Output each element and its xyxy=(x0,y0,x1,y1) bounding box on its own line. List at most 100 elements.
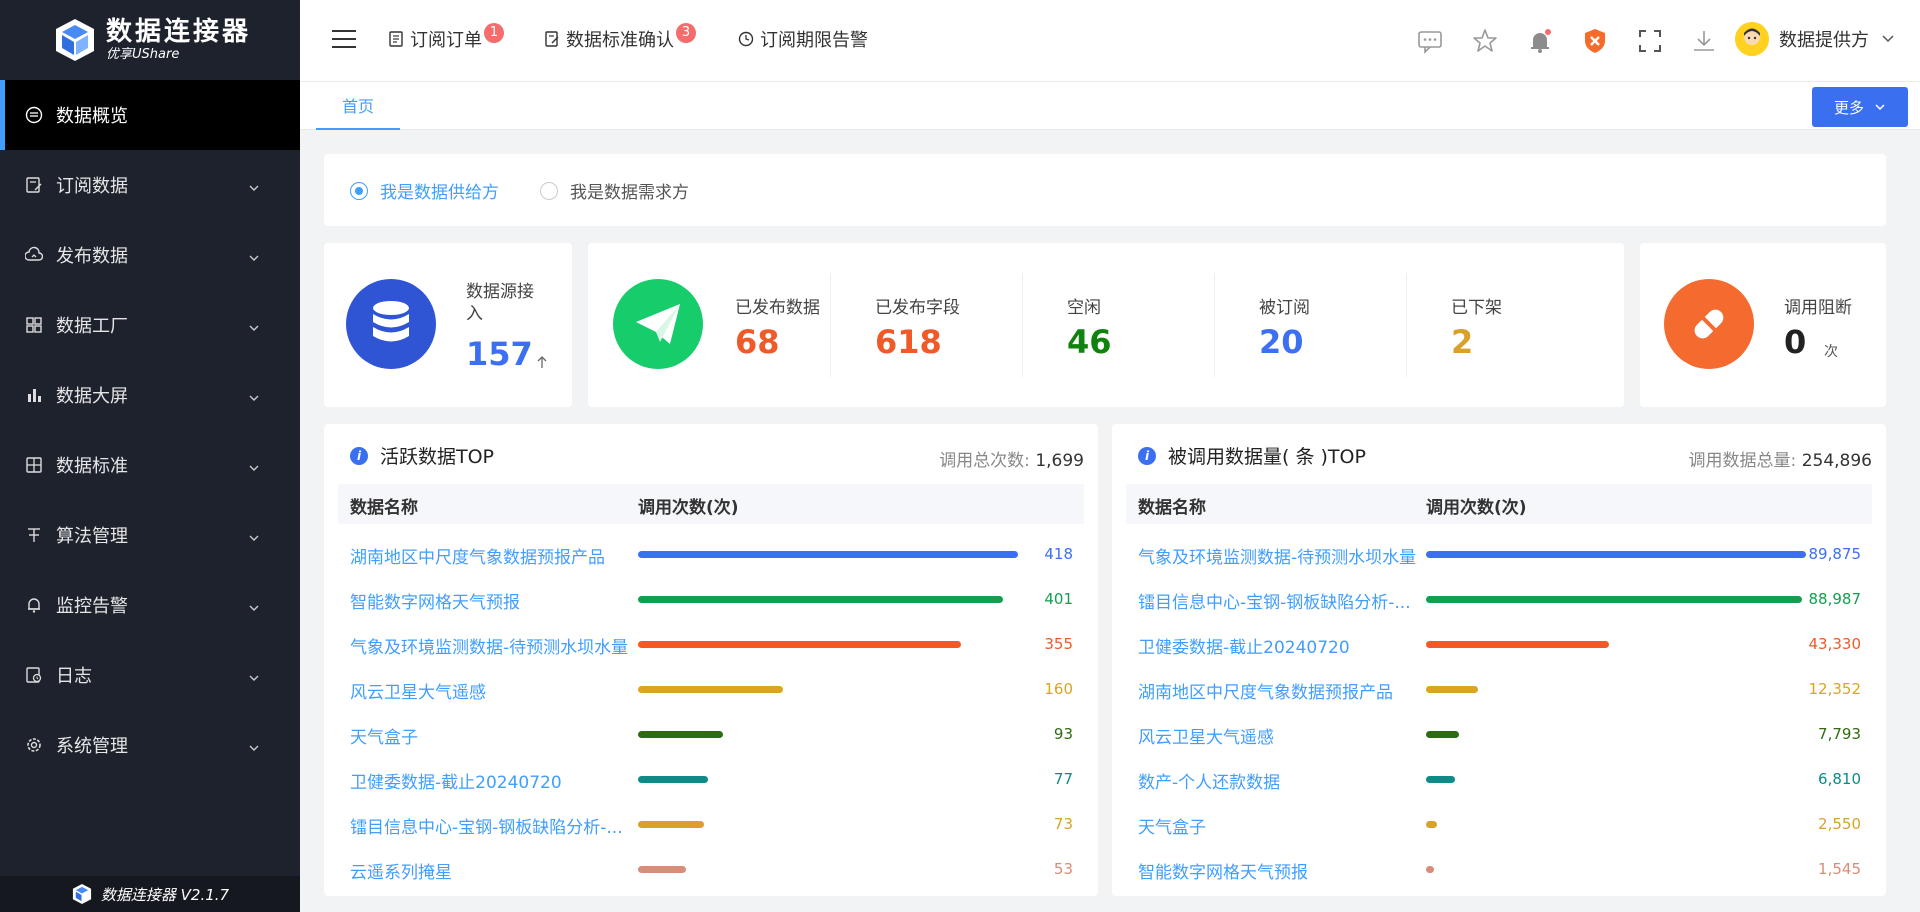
row-name-link[interactable]: 气象及环境监测数据-待预测水坝水量 xyxy=(350,633,638,658)
star-icon[interactable] xyxy=(1471,27,1499,55)
radio-dot xyxy=(350,181,368,200)
sidebar-item-4[interactable]: 数据大屏 xyxy=(0,360,300,430)
menu-toggle-icon[interactable] xyxy=(332,30,356,50)
row-name-link[interactable]: 镭目信息中心-宝钢-钢板缺陷分析-... xyxy=(350,813,638,838)
row-name-link[interactable]: 智能数字网格天气预报 xyxy=(1138,858,1426,883)
avatar xyxy=(1735,22,1769,56)
list-total: 调用总次数: 1,699 xyxy=(939,446,1084,471)
brand[interactable]: 数据连接器 优享UShare xyxy=(0,0,300,80)
row-name-link[interactable]: 风云卫星大气遥感 xyxy=(1138,723,1426,748)
list-item[interactable]: 气象及环境监测数据-待预测水坝水量 89,875 xyxy=(1126,531,1872,576)
row-name-link[interactable]: 卫健委数据-截止20240720 xyxy=(350,768,638,793)
row-name-link[interactable]: 卫健委数据-截止20240720 xyxy=(1138,633,1426,658)
value-bar xyxy=(1426,686,1478,693)
value-bar xyxy=(638,641,961,648)
security-shield-icon[interactable] xyxy=(1581,27,1609,55)
value-bar xyxy=(638,731,723,738)
nav-standard-confirm[interactable]: 数据标准确认 3 xyxy=(544,23,696,52)
list-item[interactable]: 云遥系列掩星 53 xyxy=(338,846,1084,891)
value-bar xyxy=(638,596,1003,603)
radio-label: 我是数据需求方 xyxy=(570,183,689,203)
row-name-link[interactable]: 风云卫星大气遥感 xyxy=(350,678,638,703)
dashboard-icon xyxy=(24,105,44,125)
row-name-link[interactable]: 湖南地区中尺度气象数据预报产品 xyxy=(350,543,638,568)
col-count: 调用次数(次) xyxy=(638,498,739,518)
list-item[interactable]: 风云卫星大气遥感 160 xyxy=(338,666,1084,711)
value-bar xyxy=(1426,731,1459,738)
row-name-link[interactable]: 镭目信息中心-宝钢-钢板缺陷分析-... xyxy=(1138,588,1426,613)
radio-label: 我是数据供给方 xyxy=(380,183,499,203)
divider xyxy=(1214,273,1215,377)
list-item[interactable]: 镭目信息中心-宝钢-钢板缺陷分析-... 73 xyxy=(338,801,1084,846)
top-header: 订阅订单 1 数据标准确认 3 订阅期限告警 数据提供方 xyxy=(300,0,1920,82)
version-text: 数据连接器 V2.1.7 xyxy=(100,885,230,904)
row-name-link[interactable]: 云遥系列掩星 xyxy=(350,858,638,883)
chevron-down-icon xyxy=(248,668,260,689)
app-root: 数据连接器 优享UShare 数据概览 订阅数据发布数据数据工厂数据大屏 数据标准算… xyxy=(0,0,1920,912)
nav-expiry-alert[interactable]: 订阅期限告警 xyxy=(738,26,868,52)
list-item[interactable]: 镭目信息中心-宝钢-钢板缺陷分析-... 88,987 xyxy=(1126,576,1872,621)
stat-label: 调用阻断 xyxy=(1784,298,1852,318)
sidebar-item-3[interactable]: 数据工厂 xyxy=(0,290,300,360)
arrow-up-icon xyxy=(537,356,547,368)
divider xyxy=(1406,273,1407,377)
download-icon[interactable] xyxy=(1690,27,1718,55)
radio-consumer[interactable]: 我是数据需求方 xyxy=(540,178,689,203)
version-footer: 数据连接器 V2.1.7 xyxy=(0,876,300,912)
sidebar-item-label: 数据工厂 xyxy=(56,316,128,337)
row-value: 6,810 xyxy=(1818,770,1861,788)
row-name-link[interactable]: 天气盒子 xyxy=(1138,813,1426,838)
user-name: 数据提供方 xyxy=(1779,30,1869,51)
list-item[interactable]: 数产-个人还款数据 6,810 xyxy=(1126,756,1872,801)
sidebar-item-label: 发布数据 xyxy=(56,246,128,267)
notification-bell-icon[interactable] xyxy=(1526,27,1554,55)
list-item[interactable]: 湖南地区中尺度气象数据预报产品 418 xyxy=(338,531,1084,576)
chevron-down-icon xyxy=(248,388,260,409)
sidebar-item-2[interactable]: 发布数据 xyxy=(0,220,300,290)
user-menu[interactable]: 数据提供方 xyxy=(1735,22,1895,56)
list-total: 调用数据总量: 254,896 xyxy=(1689,446,1872,471)
message-icon[interactable] xyxy=(1416,27,1444,55)
fullscreen-icon[interactable] xyxy=(1636,27,1664,55)
settings-icon xyxy=(24,735,44,755)
row-name-link[interactable]: 天气盒子 xyxy=(350,723,638,748)
list-item[interactable]: 卫健委数据-截止20240720 43,330 xyxy=(1126,621,1872,666)
more-label: 更多 xyxy=(1833,98,1864,117)
sidebar-item-9[interactable]: 系统管理 xyxy=(0,710,300,780)
list-item[interactable]: 智能数字网格天气预报 401 xyxy=(338,576,1084,621)
list-item[interactable]: 湖南地区中尺度气象数据预报产品 12,352 xyxy=(1126,666,1872,711)
list-item[interactable]: 天气盒子 2,550 xyxy=(1126,801,1872,846)
list-item[interactable]: 智能数字网格天气预报 1,545 xyxy=(1126,846,1872,891)
stat-label: 空闲 xyxy=(1067,298,1101,318)
stat-card-source: 数据源接入 157 xyxy=(324,243,572,407)
radio-provider[interactable]: 我是数据供给方 xyxy=(350,178,499,203)
chevron-down-icon xyxy=(248,458,260,479)
list-item[interactable]: 天气盒子 93 xyxy=(338,711,1084,756)
sidebar-item-7[interactable]: 监控告警 xyxy=(0,570,300,640)
tab-home[interactable]: 首页 xyxy=(316,82,400,130)
row-name-link[interactable]: 湖南地区中尺度气象数据预报产品 xyxy=(1138,678,1426,703)
col-name: 数据名称 xyxy=(1138,498,1206,518)
sidebar-item-1[interactable]: 订阅数据 xyxy=(0,150,300,220)
row-name-link[interactable]: 气象及环境监测数据-待预测水坝水量 xyxy=(1138,543,1426,568)
grid-icon xyxy=(24,315,44,335)
sidebar-item-6[interactable]: 算法管理 xyxy=(0,500,300,570)
stat-value: 157 xyxy=(466,335,533,373)
stat-value: 20 xyxy=(1259,323,1304,361)
radio-dot xyxy=(540,181,558,200)
row-name-link[interactable]: 智能数字网格天气预报 xyxy=(350,588,638,613)
chevron-down-icon xyxy=(1882,35,1894,43)
nav-label: 数据标准确认 xyxy=(566,30,674,51)
sidebar-item-8[interactable]: 日志 xyxy=(0,640,300,710)
list-item[interactable]: 卫健委数据-截止20240720 77 xyxy=(338,756,1084,801)
nav-subscribe-order[interactable]: 订阅订单 1 xyxy=(388,23,504,52)
row-name-link[interactable]: 数产-个人还款数据 xyxy=(1138,768,1426,793)
list-item[interactable]: 风云卫星大气遥感 7,793 xyxy=(1126,711,1872,756)
more-button[interactable]: 更多 xyxy=(1812,87,1908,127)
list-item[interactable]: 气象及环境监测数据-待预测水坝水量 355 xyxy=(338,621,1084,666)
sidebar-item-label: 监控告警 xyxy=(56,596,128,617)
bar-chart-icon xyxy=(24,385,44,405)
sidebar-item-0[interactable]: 数据概览 xyxy=(0,80,300,150)
total-value: 254,896 xyxy=(1801,451,1872,471)
sidebar-item-5[interactable]: 数据标准 xyxy=(0,430,300,500)
